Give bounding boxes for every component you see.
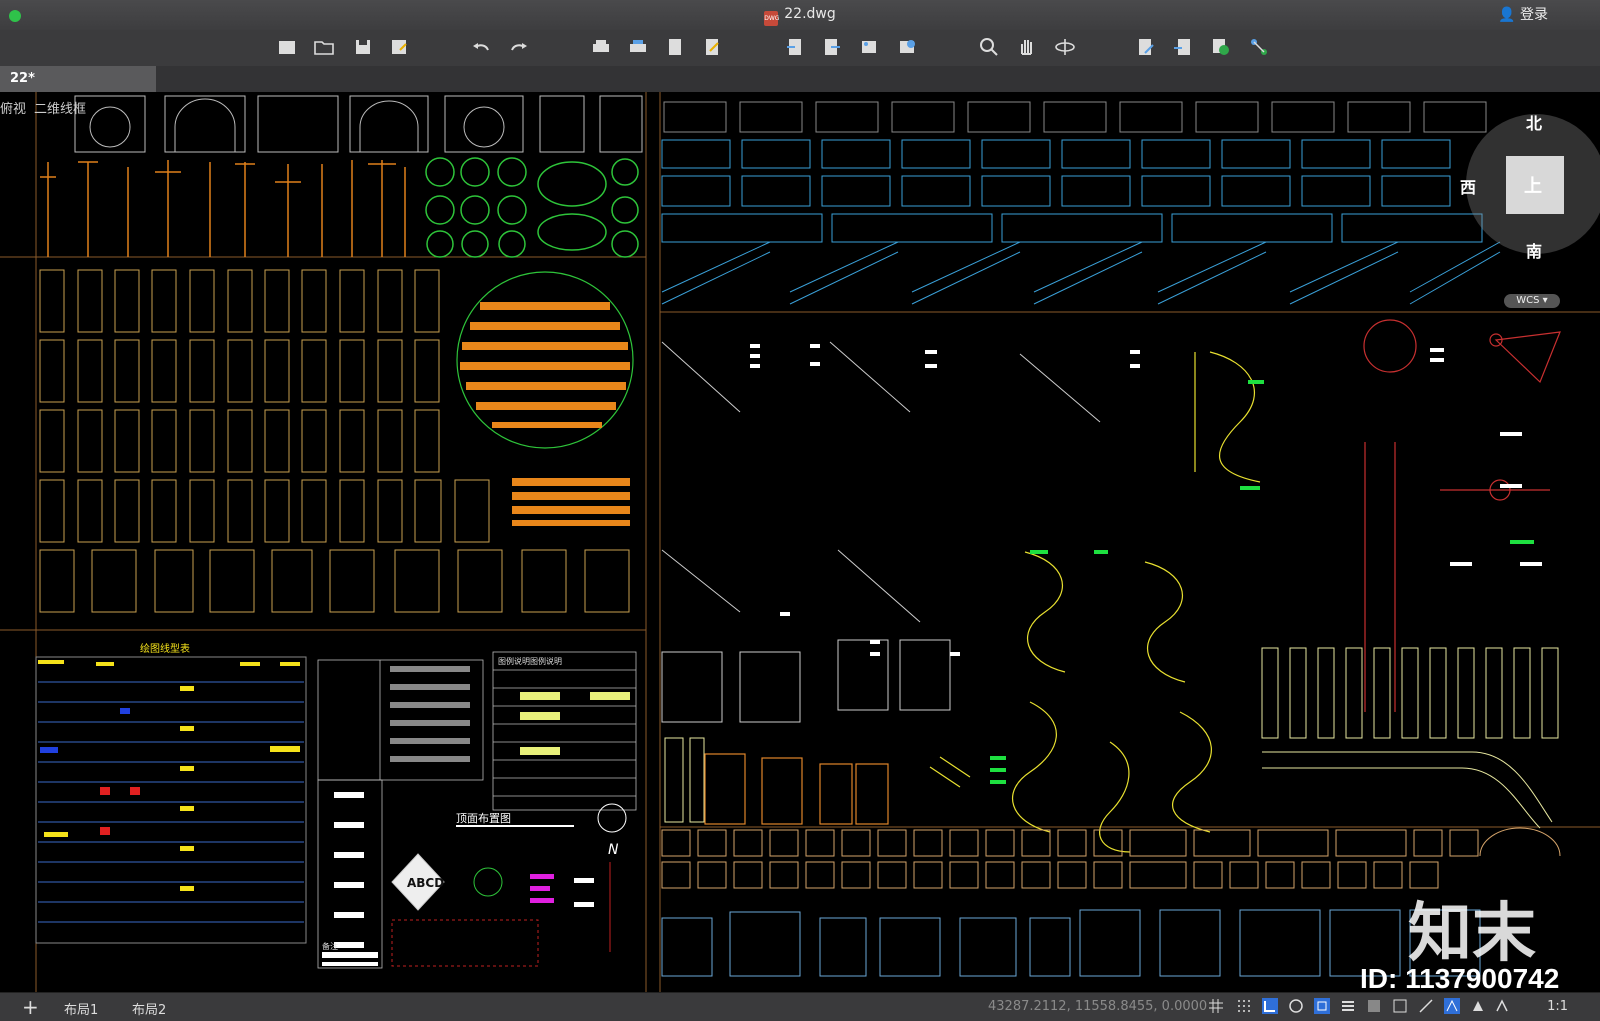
- workspace-icon[interactable]: [1470, 998, 1486, 1014]
- polar-icon[interactable]: [1288, 998, 1304, 1014]
- grid-icon[interactable]: [1208, 998, 1224, 1014]
- id-watermark: ID: 1137900742: [1360, 963, 1560, 994]
- export-icon[interactable]: [820, 36, 842, 58]
- add-layout-button[interactable]: +: [22, 995, 39, 1019]
- wcs-label: WCS: [1516, 295, 1540, 306]
- login-button[interactable]: 👤 登录: [1498, 4, 1548, 24]
- wcs-dropdown[interactable]: WCS ▾: [1504, 294, 1560, 308]
- visual-style-label[interactable]: 二维线框: [34, 102, 86, 117]
- properties-icon[interactable]: [1135, 36, 1157, 58]
- spiral-stairs: [929, 351, 1261, 853]
- legend-header-label: 图例说明图例说明: [498, 656, 562, 666]
- cursor-coordinates: 43287.2112, 11558.8455, 0.0000: [988, 999, 1208, 1014]
- annotation-scale-icon[interactable]: [1494, 998, 1510, 1014]
- dynamic-ucs-icon[interactable]: [1418, 998, 1434, 1014]
- redo-icon[interactable]: [508, 36, 530, 58]
- drawing-canvas[interactable]: 绘图线型表 图例说明图例说明 备注 顶面布置图 ABCD N 上 北 南 西 W…: [0, 92, 1600, 992]
- cad-drawing: 绘图线型表 图例说明图例说明 备注 顶面布置图 ABCD N 上: [0, 92, 1600, 992]
- compass-west[interactable]: 西: [1460, 174, 1476, 198]
- osnap-icon[interactable]: [1314, 998, 1330, 1014]
- save-icon[interactable]: [352, 36, 374, 58]
- furniture-row: [663, 101, 1487, 133]
- main-toolbar: [0, 30, 1600, 66]
- import-icon[interactable]: [784, 36, 806, 58]
- carved-panels: [704, 753, 889, 825]
- compass-north[interactable]: 北: [1526, 110, 1542, 134]
- publish-icon[interactable]: [701, 36, 723, 58]
- layer-state-icon[interactable]: [1210, 36, 1232, 58]
- viewcube[interactable]: 上: [1466, 114, 1600, 254]
- window-title: DWG 22.dwg: [0, 6, 1600, 26]
- open-folder-icon[interactable]: [313, 36, 335, 58]
- dwg-file-icon: DWG: [764, 11, 779, 26]
- snap-icon[interactable]: [1236, 998, 1252, 1014]
- remark-label: 备注: [322, 941, 338, 951]
- lineweight-icon[interactable]: [1340, 998, 1356, 1014]
- linetype-table-title: 绘图线型表: [140, 642, 190, 655]
- document-tab-bar: 22*: [0, 66, 1600, 93]
- layer-icon[interactable]: [1172, 36, 1194, 58]
- orbit-icon[interactable]: [1054, 36, 1076, 58]
- spiral-plans: [1363, 319, 1561, 712]
- undo-icon[interactable]: [470, 36, 492, 58]
- file-name: 22.dwg: [784, 6, 836, 22]
- annotation-icon[interactable]: [1444, 998, 1460, 1014]
- legend-table: [317, 651, 637, 969]
- railing-elevations: [661, 139, 1501, 305]
- door-elevations: [39, 269, 630, 613]
- zoom-icon[interactable]: [978, 36, 1000, 58]
- linetype-table: 绘图线型表: [35, 642, 307, 944]
- rosettes: [425, 157, 639, 258]
- title-bar: DWG 22.dwg 👤 登录: [0, 0, 1600, 31]
- arch-row: [74, 95, 643, 153]
- login-label: 登录: [1520, 7, 1548, 23]
- decor-stack: [512, 478, 630, 526]
- pan-hand-icon[interactable]: [1016, 36, 1038, 58]
- scale-selector[interactable]: 1:1: [1547, 999, 1568, 1014]
- layout-tab-2[interactable]: 布局2: [132, 999, 166, 1018]
- batch-print-icon[interactable]: [627, 36, 649, 58]
- white-annotations: [750, 344, 1542, 656]
- abcd-symbol-text: ABCD: [407, 876, 444, 890]
- compass-south[interactable]: 南: [1526, 238, 1542, 262]
- viewport-label[interactable]: 俯视 二维线框: [0, 98, 94, 117]
- furniture-elevations: [661, 909, 1481, 977]
- image-export-icon[interactable]: [858, 36, 880, 58]
- column-row: [664, 647, 1559, 829]
- new-file-icon[interactable]: [276, 36, 298, 58]
- selection-cycling-icon[interactable]: [1392, 998, 1408, 1014]
- ortho-icon[interactable]: [1262, 998, 1278, 1014]
- ceiling-plan-title: 顶面布置图: [456, 812, 511, 825]
- layout-tab-1[interactable]: 布局1: [64, 999, 98, 1018]
- print-icon[interactable]: [590, 36, 612, 58]
- transparency-icon[interactable]: [1366, 998, 1382, 1014]
- user-icon: 👤: [1498, 7, 1516, 23]
- stair-details: [661, 341, 1101, 723]
- chandelier-catalog: [456, 271, 634, 449]
- page-setup-icon[interactable]: [664, 36, 686, 58]
- status-bar: + 布局1 布局2 43287.2112, 11558.8455, 0.0000…: [0, 992, 1600, 1021]
- tab-22[interactable]: 22*: [0, 66, 156, 92]
- lamp-posts: [40, 160, 406, 257]
- cloud-icon[interactable]: [896, 36, 918, 58]
- north-arrow-label: N: [608, 842, 619, 858]
- abcd-symbol: ABCD: [391, 853, 445, 911]
- view-mode-label[interactable]: 俯视: [0, 102, 26, 117]
- match-layer-icon[interactable]: [1248, 36, 1270, 58]
- brand-watermark: 知末: [1408, 897, 1536, 971]
- floor-pattern-row: [661, 827, 1561, 889]
- viewcube-top-label: 上: [1524, 176, 1542, 197]
- save-as-icon[interactable]: [388, 36, 410, 58]
